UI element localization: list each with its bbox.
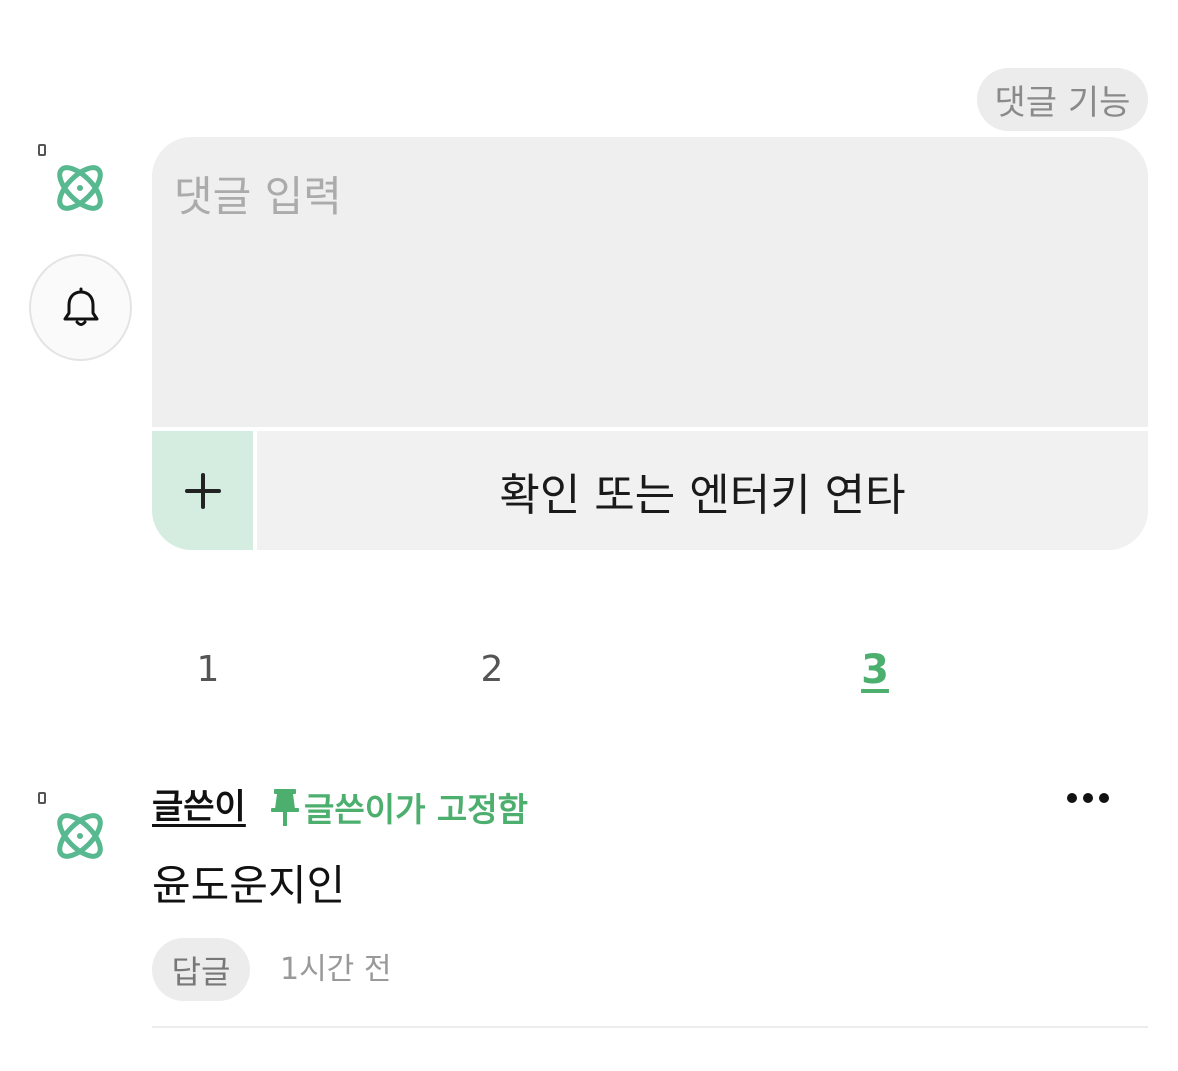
comment-timestamp: 1시간 전 bbox=[280, 952, 392, 987]
bell-icon bbox=[63, 287, 98, 326]
attach-button[interactable] bbox=[152, 431, 253, 550]
page-link-2[interactable]: 2 bbox=[462, 645, 522, 695]
comment-composer: 확인 또는 엔터키 연타 bbox=[152, 137, 1148, 550]
comment-body: 윤도운지인 bbox=[152, 861, 346, 910]
comment-feature-button[interactable]: 댓글 기능 bbox=[977, 68, 1148, 131]
notification-button[interactable] bbox=[29, 254, 132, 361]
small-indicator-icon bbox=[38, 792, 46, 804]
page-link-1[interactable]: 1 bbox=[178, 645, 238, 695]
small-indicator-icon bbox=[38, 144, 46, 156]
pushpin-icon bbox=[271, 789, 299, 826]
comment-author[interactable]: 글쓴이 bbox=[152, 783, 246, 831]
pinned-label: 글쓴이가 고정함 bbox=[304, 790, 529, 829]
comment-divider bbox=[152, 1026, 1148, 1028]
comment-input[interactable] bbox=[152, 137, 1148, 427]
comment-avatar bbox=[52, 808, 108, 864]
atom-icon bbox=[57, 813, 103, 859]
page-link-3[interactable]: 3 bbox=[845, 645, 905, 695]
reply-button[interactable]: 답글 bbox=[152, 938, 250, 1001]
pinned-badge: 글쓴이가 고정함 bbox=[268, 783, 528, 831]
plus-icon bbox=[184, 472, 221, 509]
user-avatar bbox=[52, 160, 108, 216]
submit-button[interactable]: 확인 또는 엔터키 연타 bbox=[257, 431, 1148, 550]
atom-icon bbox=[57, 165, 103, 211]
comment-section: 댓글 기능 확인 또는 엔터키 연타 1 2 bbox=[0, 0, 1178, 1071]
more-dots-icon bbox=[1067, 793, 1109, 803]
comment-more-button[interactable] bbox=[1056, 778, 1120, 818]
